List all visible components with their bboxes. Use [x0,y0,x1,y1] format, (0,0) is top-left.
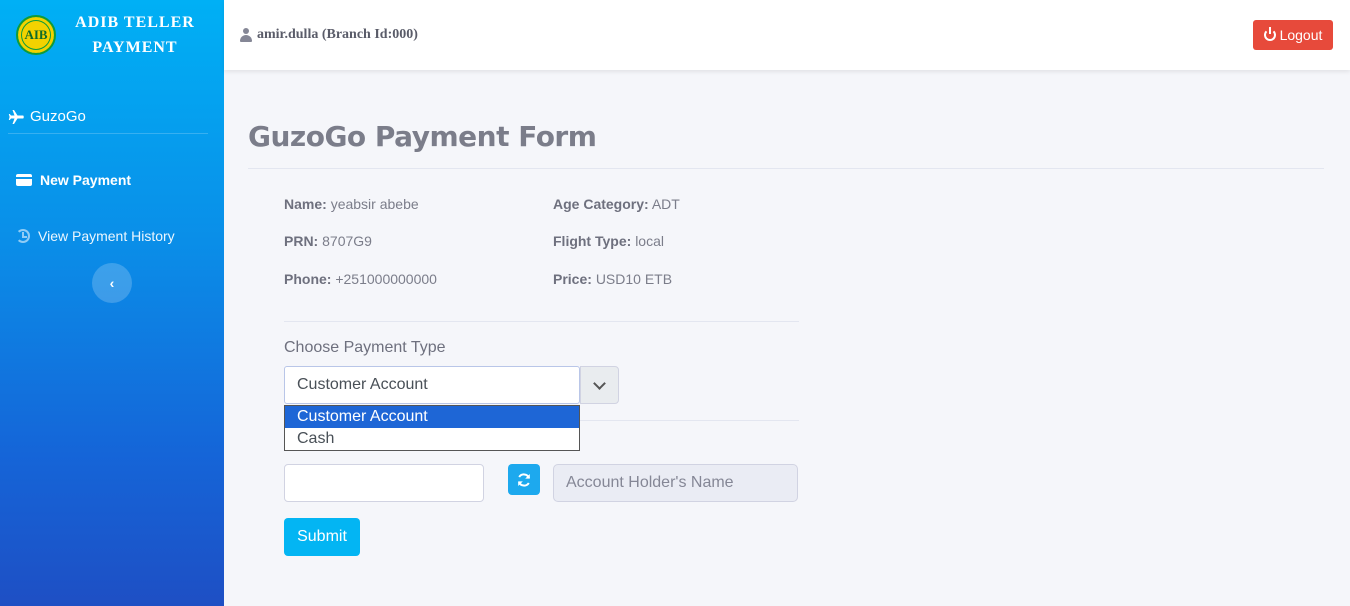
brand[interactable]: AIB ADIB TELLER PAYMENT [0,0,224,70]
payment-type-select[interactable]: Customer Account [284,366,580,404]
logout-button[interactable]: Logout [1253,20,1333,50]
payment-type-dropdown: Customer Account Cash [284,405,580,451]
top-header: amir.dulla (Branch Id:000) Logout [224,0,1350,70]
detail-name: Name: yeabsir abebe [284,196,419,212]
sidebar-section-guzogo: GuzoGo [8,100,208,134]
sidebar-item-view-payment-history[interactable]: View Payment History [16,228,175,244]
chevron-down-icon [593,376,606,390]
submit-button[interactable]: Submit [284,518,360,556]
user-info: amir.dulla (Branch Id:000) [240,27,418,43]
divider [284,321,799,322]
detail-price: Price: USD10 ETB [553,271,673,287]
app-title: ADIB TELLER PAYMENT [75,14,195,56]
chevron-left-icon: ‹ [109,275,115,291]
user-icon [240,28,252,42]
option-cash[interactable]: Cash [285,428,579,450]
payment-type-label: Choose Payment Type [284,339,446,356]
page-title: GuzoGo Payment Form [248,120,597,153]
detail-age-category: Age Category: ADT [553,196,680,212]
account-holder-name-field[interactable]: Account Holder's Name [553,464,798,502]
customer-account-input[interactable] [284,464,484,502]
divider [248,168,1324,169]
detail-phone: Phone: +251000000000 [284,271,437,287]
history-icon [16,229,30,243]
payment-type-toggle[interactable] [580,366,619,404]
plane-icon [8,109,24,124]
power-icon [1263,27,1276,41]
detail-flight-type: Flight Type: local [553,233,664,249]
option-customer-account[interactable]: Customer Account [285,406,579,428]
fetch-account-button[interactable] [508,464,540,495]
sidebar-item-new-payment[interactable]: New Payment [16,172,131,188]
credit-card-icon [16,174,32,186]
detail-prn: PRN: 8707G9 [284,233,372,249]
bank-logo-icon: AIB [16,15,56,55]
sidebar: AIB ADIB TELLER PAYMENT GuzoGo New Payme… [0,0,224,606]
sidebar-collapse-button[interactable]: ‹ [92,263,132,303]
refresh-icon [518,472,530,487]
